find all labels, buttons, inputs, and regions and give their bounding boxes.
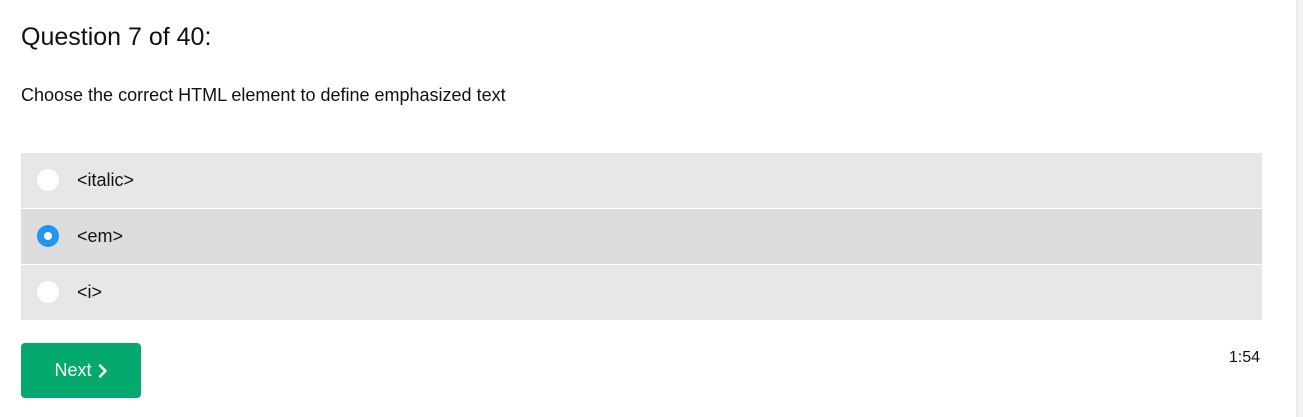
answer-option-label: <i> [77, 282, 103, 302]
answer-options: <italic> <em> <i> [21, 153, 1262, 321]
radio-button-selected[interactable] [37, 225, 59, 247]
scrollbar[interactable] [1296, 0, 1303, 417]
question-text: Choose the correct HTML element to defin… [21, 85, 506, 105]
next-button-label: Next [54, 360, 92, 380]
answer-option-em[interactable]: <em> [21, 209, 1262, 264]
radio-button[interactable] [37, 281, 59, 303]
answer-option-i[interactable]: <i> [21, 265, 1262, 320]
answer-option-label: <em> [77, 226, 124, 246]
countdown-timer: 1:54 [1228, 349, 1260, 366]
chevron-right-icon [98, 363, 107, 378]
next-button[interactable]: Next [21, 343, 141, 398]
quiz-page: Question 7 of 40: Choose the correct HTM… [0, 0, 1303, 417]
question-title: Question 7 of 40: [21, 23, 212, 51]
answer-option-label: <italic> [77, 170, 135, 190]
radio-button[interactable] [37, 169, 59, 191]
answer-option-italic[interactable]: <italic> [21, 153, 1262, 208]
